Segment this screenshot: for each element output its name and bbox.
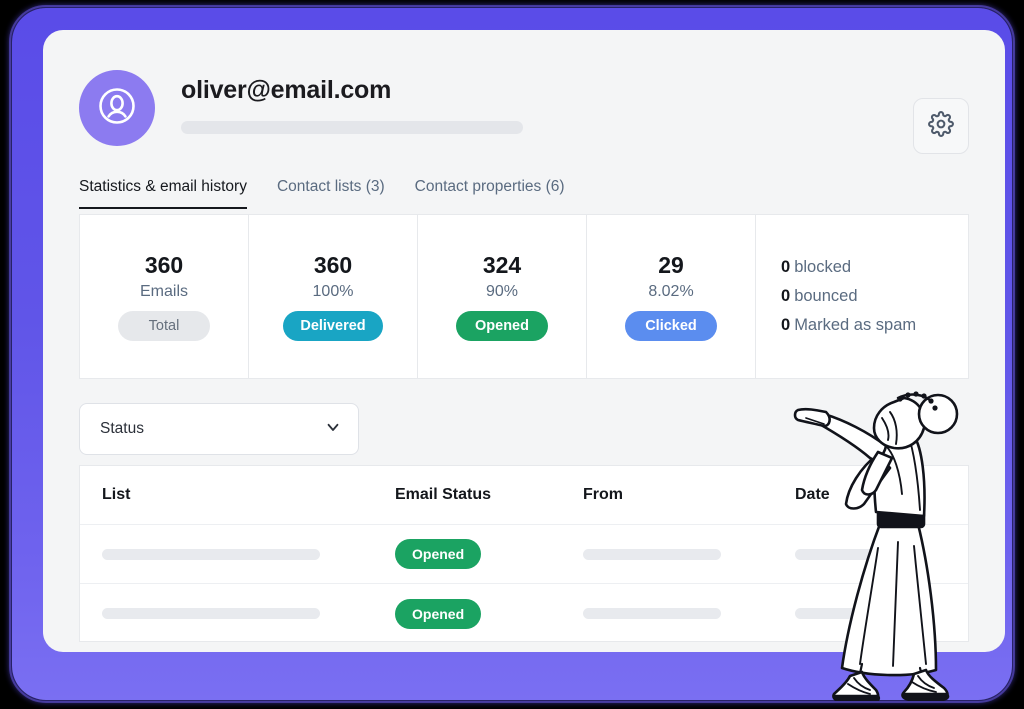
status-filter-select[interactable]: Status	[79, 403, 359, 455]
email-subtitle-placeholder	[181, 121, 523, 134]
avatar	[79, 70, 155, 146]
table-row[interactable]: Opened	[80, 525, 968, 584]
cell-date	[795, 548, 968, 560]
stat-value: 324	[482, 252, 522, 278]
cell-from	[583, 608, 795, 619]
email-history-table: List Email Status From Date Opened Opene…	[79, 465, 969, 642]
cell-email-status: Opened	[395, 539, 583, 569]
tab-bar: Statistics & email history Contact lists…	[79, 178, 969, 218]
date-placeholder	[795, 608, 883, 619]
side-stat-count: 0	[781, 316, 791, 334]
list-placeholder	[102, 608, 320, 619]
column-header-list: List	[102, 486, 131, 503]
side-stat-label: Marked as spam	[794, 316, 917, 334]
badge-clicked[interactable]: Clicked	[625, 311, 717, 341]
stat-value: 360	[144, 252, 184, 278]
tab-contact-lists[interactable]: Contact lists (3)	[277, 178, 385, 207]
cell-email-status: Opened	[395, 598, 583, 629]
stat-card-clicked: 29 8.02% Clicked	[587, 215, 756, 378]
cell-date	[795, 608, 968, 619]
stat-label: Emails	[139, 283, 188, 300]
stat-card-delivered: 360 100% Delivered	[249, 215, 418, 378]
date-placeholder	[795, 548, 883, 560]
cell-list	[102, 548, 395, 560]
device-frame: oliver@email.com Statistics & email hist…	[9, 5, 1015, 704]
user-circle-icon	[96, 85, 138, 132]
badge-opened[interactable]: Opened	[395, 598, 482, 629]
chevron-down-icon	[324, 418, 342, 441]
column-header-from: From	[583, 486, 623, 503]
status-filter-value: Status	[100, 420, 144, 437]
statistics-strip: 360 Emails Total 360 100% Delivered 324 …	[79, 214, 969, 379]
side-stat-blocked: 0 blocked	[781, 258, 968, 277]
badge-delivered[interactable]: Delivered	[283, 311, 383, 341]
list-placeholder	[102, 548, 320, 560]
from-placeholder	[583, 608, 721, 619]
side-stat-marked-as-spam: 0 Marked as spam	[781, 316, 968, 335]
side-stat-bounced: 0 bounced	[781, 287, 968, 306]
stat-value: 360	[313, 252, 353, 278]
stat-card-opened: 324 90% Opened	[418, 215, 587, 378]
tab-statistics-email-history[interactable]: Statistics & email history	[79, 178, 247, 209]
stat-card-total: 360 Emails Total	[80, 215, 249, 378]
badge-opened[interactable]: Opened	[395, 539, 482, 569]
table-header-row: List Email Status From Date	[80, 466, 968, 525]
stat-value: 29	[658, 252, 684, 278]
badge-total[interactable]: Total	[118, 311, 210, 341]
column-header-email-status: Email Status	[395, 486, 492, 503]
from-placeholder	[583, 548, 721, 560]
contact-email: oliver@email.com	[181, 76, 392, 104]
badge-opened[interactable]: Opened	[456, 311, 548, 341]
stat-label: 90%	[485, 283, 519, 300]
side-stat-count: 0	[781, 287, 791, 305]
side-statistics: 0 blocked 0 bounced 0 Marked as spam	[756, 215, 968, 378]
side-stat-count: 0	[781, 258, 791, 276]
settings-button[interactable]	[913, 98, 969, 154]
stat-label: 100%	[312, 283, 354, 300]
table-row[interactable]: Opened	[80, 584, 968, 643]
side-stat-label: blocked	[794, 258, 852, 276]
contact-header: oliver@email.com	[79, 70, 969, 154]
app-screen: oliver@email.com Statistics & email hist…	[43, 30, 1005, 652]
cell-list	[102, 608, 395, 619]
column-header-date: Date	[795, 486, 830, 503]
stat-label: 8.02%	[648, 283, 694, 300]
cell-from	[583, 548, 795, 560]
side-stat-label: bounced	[794, 287, 858, 305]
gear-icon	[928, 110, 954, 142]
tab-contact-properties[interactable]: Contact properties (6)	[415, 178, 565, 207]
